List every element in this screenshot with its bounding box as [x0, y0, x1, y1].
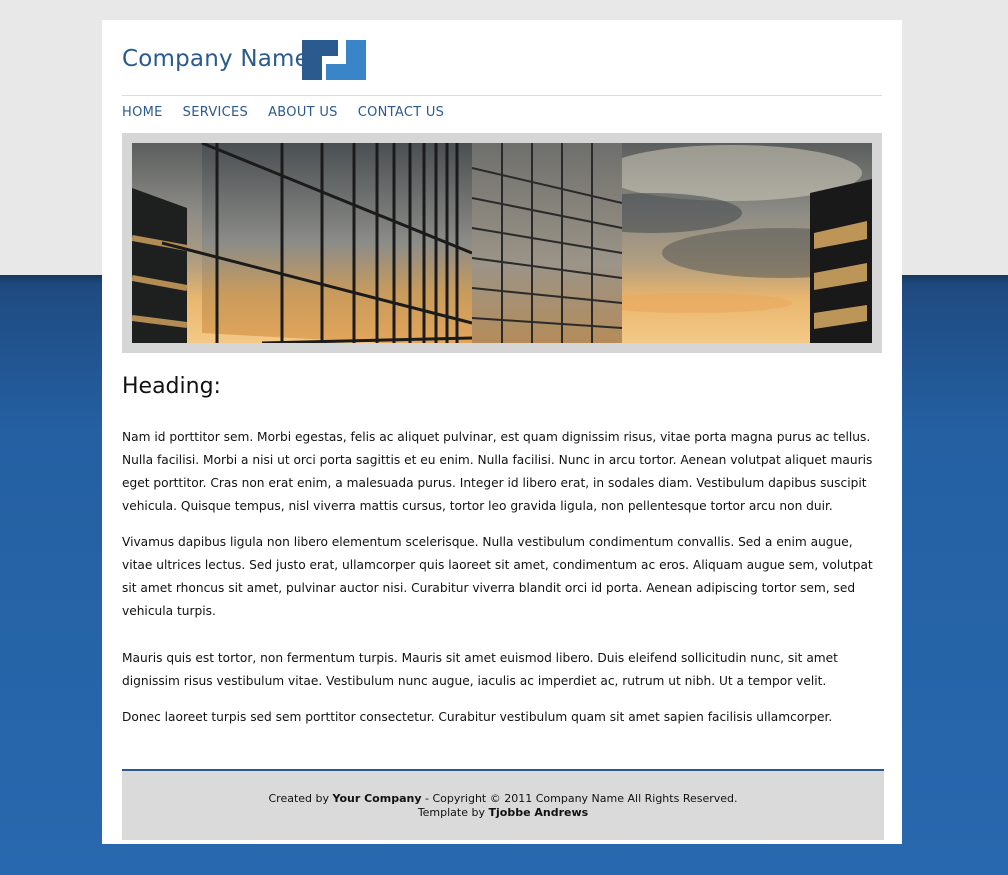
site-header: Company Name	[122, 40, 882, 96]
nav-contact-us[interactable]: CONTACT US	[358, 105, 445, 125]
banner-image	[132, 143, 872, 343]
site-footer: Created by Your Company - Copyright © 20…	[122, 769, 884, 840]
footer-company-link[interactable]: Your Company	[333, 792, 422, 805]
nav-home[interactable]: HOME	[122, 105, 163, 125]
nav-services[interactable]: SERVICES	[183, 105, 248, 125]
nav-about-us[interactable]: ABOUT US	[268, 105, 338, 125]
page-container: Company Name HOME SERVICES ABOUT US CONT…	[102, 20, 902, 844]
footer-author-link[interactable]: Tjobbe Andrews	[489, 806, 589, 819]
banner-frame	[122, 133, 882, 353]
company-logo-icon[interactable]	[302, 40, 366, 80]
paragraph-2: Vivamus dapibus ligula non libero elemen…	[122, 535, 873, 618]
main-nav: HOME SERVICES ABOUT US CONTACT US	[122, 105, 444, 125]
paragraph-4: Donec laoreet turpis sed sem porttitor c…	[122, 710, 833, 724]
page-heading: Heading:	[122, 374, 221, 399]
paragraph-3: Mauris quis est tortor, non fermentum tu…	[122, 651, 838, 688]
footer-copyright: - Copyright © 2011 Company Name All Righ…	[425, 792, 738, 805]
footer-template-by: Template by	[417, 806, 485, 819]
footer-created-by: Created by	[268, 792, 330, 805]
footer-credit-line: Created by Your Company - Copyright © 20…	[122, 792, 884, 805]
main-content: Nam id porttitor sem. Morbi egestas, fel…	[122, 426, 874, 742]
footer-template-line: Template by Tjobbe Andrews	[122, 806, 884, 819]
paragraph-1: Nam id porttitor sem. Morbi egestas, fel…	[122, 430, 873, 513]
site-title[interactable]: Company Name	[122, 46, 309, 72]
